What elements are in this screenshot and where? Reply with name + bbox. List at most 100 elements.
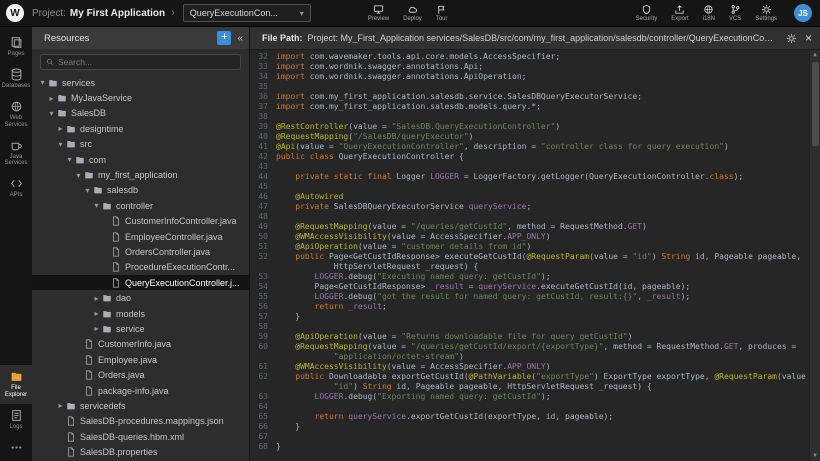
open-file-dropdown[interactable]: QueryExecutionCon... ▾ [183,4,311,22]
vcs-button[interactable]: VCS [722,4,748,22]
tree-item-orders-java[interactable]: Orders.java [32,367,249,382]
code-line[interactable]: 55 LOGGER.debug("got the result for name… [250,292,809,302]
chevron-right-icon[interactable]: ▸ [56,124,65,133]
tree-item-employeecontroller-java[interactable]: EmployeeController.java [32,229,249,244]
search-input[interactable] [58,57,235,67]
rail-item-more[interactable] [0,436,32,461]
wavemaker-logo[interactable]: W [6,4,24,22]
rail-item-pages[interactable]: Pages [0,31,32,63]
settings-button[interactable]: Settings [748,4,784,22]
rail-item-databases[interactable]: Databases [0,63,32,95]
tree-item-servicedefs[interactable]: ▸servicedefs [32,398,249,413]
tree-item-customerinfo-java[interactable]: CustomerInfo.java [32,337,249,352]
scroll-up-icon[interactable]: ▲ [813,50,817,60]
code-line[interactable]: 39@RestController(value = "SalesDB.Query… [250,122,809,132]
code-area[interactable]: 32import com.wavemaker.tools.api.core.mo… [250,50,820,461]
tree-item-employee-java[interactable]: Employee.java [32,352,249,367]
tree-item-controller[interactable]: ▾controller [32,198,249,213]
chevron-down-icon[interactable]: ▾ [65,155,74,164]
tour-button[interactable]: Tour [429,4,455,22]
code-line[interactable]: 47 private SalesDBQueryExecutorService q… [250,202,809,212]
tree-item-models[interactable]: ▸models [32,306,249,321]
code-line[interactable]: 41@Api(value = "QueryExecutionController… [250,142,809,152]
code-line[interactable]: 42public class QueryExecutionController … [250,152,809,162]
i18n-button[interactable]: i18N [696,4,722,22]
code-line[interactable]: 58 [250,322,809,332]
rail-item-file-explorer[interactable]: File Explorer [0,365,32,404]
code-line[interactable]: 49 @RequestMapping(value = "/queries/get… [250,222,809,232]
user-avatar[interactable]: JS [794,4,812,22]
code-line[interactable]: "id") String id, Pageable pageable, Http… [250,382,809,392]
code-line[interactable]: 61 @WMAccessVisibility(value = AccessSpe… [250,362,809,372]
security-button[interactable]: Security [629,4,665,22]
code-line[interactable]: 65 return queryService.exportGetCustId(e… [250,412,809,422]
code-line[interactable]: 57 } [250,312,809,322]
code-line[interactable]: 50 @WMAccessVisibility(value = AccessSpe… [250,232,809,242]
tree-item-orderscontroller-java[interactable]: OrdersController.java [32,244,249,259]
tree-item-procedureexecutioncontr[interactable]: ProcedureExecutionContr... [32,260,249,275]
code-line[interactable]: 35 [250,82,809,92]
tree-item-queryexecutioncontroller-j[interactable]: QueryExecutionController.j... [32,275,249,290]
chevron-right-icon[interactable]: ▸ [56,401,65,410]
gear-icon[interactable] [786,33,797,44]
rail-item-java-services[interactable]: Java Services [0,134,32,173]
code-line[interactable]: "application/octet-stream") [250,352,809,362]
export-button[interactable]: Export [664,4,695,22]
rail-item-apis[interactable]: APIs [0,172,32,204]
code-line[interactable]: 51 @ApiOperation(value = "customer detai… [250,242,809,252]
close-icon[interactable]: × [805,32,812,44]
code-line[interactable]: 44 private static final Logger LOGGER = … [250,172,809,182]
chevron-down-icon[interactable]: ▾ [83,186,92,195]
tree-item-my-first-application[interactable]: ▾my_first_application [32,167,249,182]
tree-item-designtime[interactable]: ▸designtime [32,121,249,136]
preview-button[interactable]: Preview [361,4,396,22]
code-line[interactable]: 59 @ApiOperation(value = "Returns downlo… [250,332,809,342]
code-line[interactable]: 37import com.my_first_application.salesd… [250,102,809,112]
code-line[interactable]: 64 [250,402,809,412]
code-line[interactable]: 48 [250,212,809,222]
code-line[interactable]: 52 public Page<GetCustIdResponse> execut… [250,252,809,262]
code-line[interactable]: 38 [250,112,809,122]
code-line[interactable]: 63 LOGGER.debug("Exporting named query: … [250,392,809,402]
code-line[interactable]: 43 [250,162,809,172]
chevron-down-icon[interactable]: ▾ [74,171,83,180]
tree-item-src[interactable]: ▾src [32,137,249,152]
tree-item-service[interactable]: ▸service [32,321,249,336]
editor-scrollbar[interactable]: ▲ ▼ [809,50,820,461]
tree-item-salesdb[interactable]: ▾SalesDB [32,106,249,121]
code-line[interactable]: 54 Page<GetCustIdResponse> _result = que… [250,282,809,292]
code-line[interactable]: 46 @Autowired [250,192,809,202]
chevron-down-icon[interactable]: ▾ [56,140,65,149]
scroll-down-icon[interactable]: ▼ [813,451,817,461]
code-line[interactable]: HttpServletRequest _request) { [250,262,809,272]
tree-item-salesdb-properties[interactable]: SalesDB.properties [32,444,249,459]
tree-item-package-info-java[interactable]: package-info.java [32,383,249,398]
tree-item-salesdb-procedures-mappings-json[interactable]: SalesDB-procedures.mappings.json [32,414,249,429]
chevron-right-icon[interactable]: ▸ [47,94,56,103]
chevron-down-icon[interactable]: ▾ [47,109,56,118]
tree-item-com[interactable]: ▾com [32,152,249,167]
code-line[interactable]: 34import com.wordnik.swagger.annotations… [250,72,809,82]
tree-item-myjavaservice[interactable]: ▸MyJavaService [32,90,249,105]
tree-item-services[interactable]: ▾services [32,75,249,90]
code-line[interactable]: 40@RequestMapping("/SalesDB/queryExecuto… [250,132,809,142]
code-line[interactable]: 33import com.wordnik.swagger.annotations… [250,62,809,72]
rail-item-web-services[interactable]: Web Services [0,95,32,134]
code-line[interactable]: 32import com.wavemaker.tools.api.core.mo… [250,52,809,62]
code-line[interactable]: 36import com.my_first_application.salesd… [250,92,809,102]
tree-item-dao[interactable]: ▸dao [32,290,249,305]
tree-item-customerinfocontroller-java[interactable]: CustomerInfoController.java [32,214,249,229]
chevron-right-icon[interactable]: ▸ [92,324,101,333]
chevron-right-icon[interactable]: ▸ [92,294,101,303]
tree-item-salesdb[interactable]: ▾salesdb [32,183,249,198]
chevron-down-icon[interactable]: ▾ [38,78,47,87]
code-line[interactable]: 53 LOGGER.debug("Executing named query: … [250,272,809,282]
add-resource-button[interactable]: + [217,31,231,45]
chevron-right-icon[interactable]: ▸ [92,309,101,318]
scrollbar-thumb[interactable] [812,62,819,146]
rail-item-logs[interactable]: Logs [0,404,32,436]
code-line[interactable]: 67 [250,432,809,442]
deploy-button[interactable]: Deploy [396,4,429,22]
tree-item-salesdb-queries-hbm-xml[interactable]: SalesDB-queries.hbm.xml [32,429,249,444]
code-line[interactable]: 62 public Downloadable exportGetCustId(@… [250,372,809,382]
